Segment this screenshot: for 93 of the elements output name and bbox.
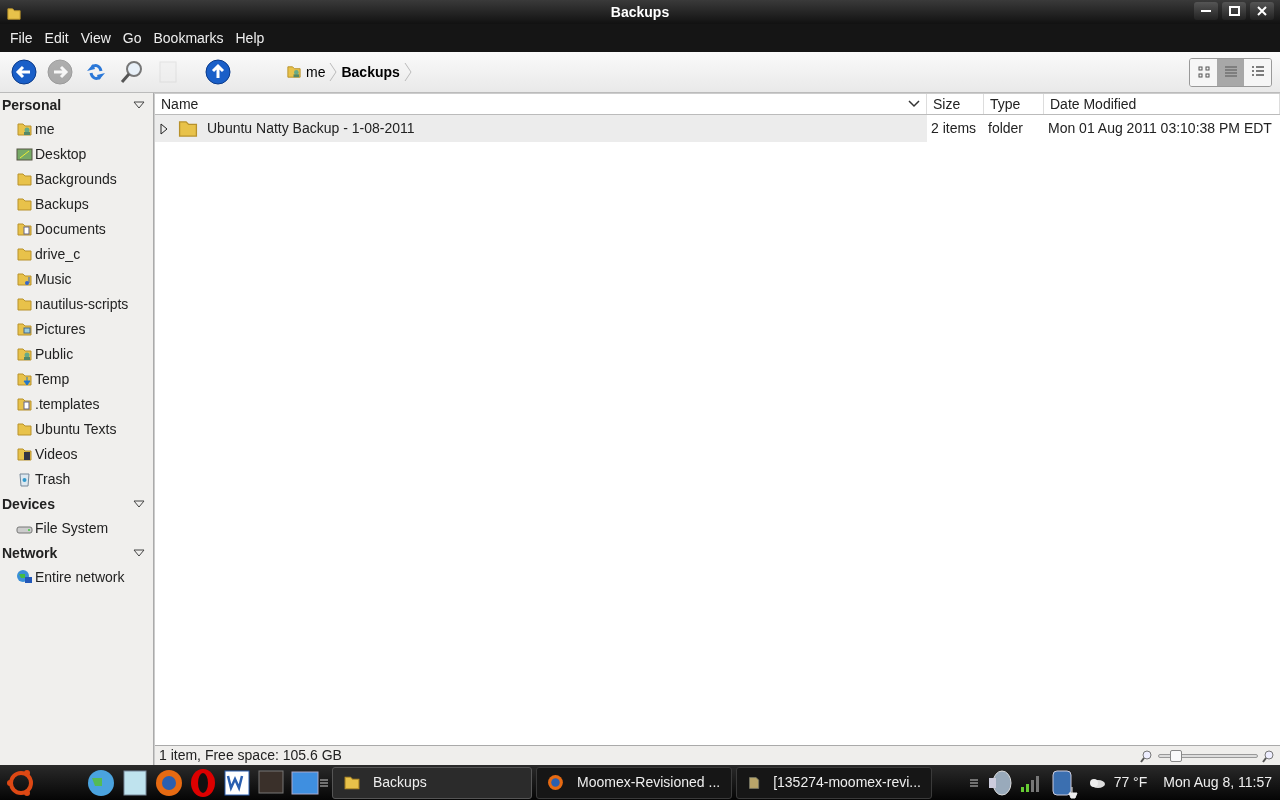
breadcrumb-button[interactable]: me bbox=[282, 59, 330, 85]
sidebar-item[interactable]: Temp bbox=[35, 369, 70, 390]
menu-item[interactable]: Go bbox=[116, 23, 148, 53]
expander-icon[interactable] bbox=[159, 122, 169, 135]
column-header[interactable]: Date Modified bbox=[1050, 93, 1137, 115]
sidebar-item[interactable]: Music bbox=[35, 269, 72, 290]
folder-icon bbox=[6, 6, 22, 23]
taskbar-window-button[interactable]: Moomex-Revisioned ... bbox=[536, 766, 732, 799]
window-minimize-button[interactable] bbox=[1194, 2, 1218, 20]
column-header[interactable]: Type bbox=[990, 93, 1021, 115]
sidebar-item[interactable]: nautilus-scripts bbox=[35, 294, 129, 315]
sidebar-section-title: Network bbox=[2, 543, 58, 563]
zoom-in-icon[interactable] bbox=[1262, 748, 1276, 763]
breadcrumb-separator-icon bbox=[403, 62, 412, 82]
word-icon[interactable] bbox=[222, 767, 252, 798]
sidebar-item[interactable]: Backups bbox=[35, 194, 89, 215]
sidebar-item[interactable]: Videos bbox=[35, 444, 78, 465]
file-name: Ubuntu Natty Backup - 1-08-2011 bbox=[207, 119, 415, 138]
menu-item[interactable]: Edit bbox=[38, 23, 75, 53]
sidebar-section-title: Personal bbox=[2, 95, 62, 115]
desktop-icon bbox=[16, 146, 33, 163]
sidebar-item[interactable]: Entire network bbox=[35, 567, 125, 588]
breadcrumb-button[interactable]: Backups bbox=[337, 59, 404, 85]
network-icon bbox=[16, 569, 33, 586]
sidebar-item[interactable]: drive_c bbox=[35, 244, 81, 265]
sidebar-item[interactable]: .templates bbox=[35, 394, 100, 415]
folder-icon bbox=[16, 196, 33, 213]
window-close-button[interactable] bbox=[1250, 2, 1274, 20]
cloud-icon bbox=[1087, 776, 1106, 789]
documents-folder-icon bbox=[16, 396, 33, 413]
sidebar-item[interactable]: Trash bbox=[35, 469, 71, 490]
folder-icon bbox=[16, 171, 33, 188]
menu-item[interactable]: File bbox=[4, 23, 39, 53]
menu-item[interactable]: Help bbox=[229, 23, 271, 53]
menu-item[interactable]: View bbox=[74, 23, 117, 53]
weather-temperature[interactable]: 77 °F bbox=[1113, 772, 1148, 793]
icon-view-icon bbox=[1195, 64, 1212, 80]
music-folder-icon bbox=[16, 271, 33, 288]
handle-icon[interactable] bbox=[320, 777, 328, 788]
sidebar-section-title: Devices bbox=[2, 494, 55, 514]
handle-icon[interactable] bbox=[969, 777, 978, 788]
list-view-icon bbox=[1222, 64, 1239, 80]
download-folder-icon bbox=[16, 371, 33, 388]
home-folder-icon bbox=[286, 64, 302, 80]
notepad-icon[interactable] bbox=[120, 767, 150, 798]
minimize-icon bbox=[1201, 10, 1211, 12]
expander-icon[interactable] bbox=[133, 100, 145, 110]
date-modified: Mon 01 Aug 2011 03:10:38 PM EDT bbox=[1047, 119, 1273, 138]
window-title: Backups bbox=[610, 2, 670, 22]
taskbar-window-button[interactable]: [135274-moomex-revi... bbox=[736, 766, 932, 799]
zoom-out-icon[interactable] bbox=[1140, 748, 1154, 763]
globe-icon[interactable] bbox=[86, 767, 116, 798]
window-maximize-button[interactable] bbox=[1222, 2, 1246, 20]
folder-icon bbox=[16, 246, 33, 263]
home-folder-icon bbox=[16, 121, 33, 138]
folder-icon bbox=[16, 421, 33, 438]
maximize-icon bbox=[1228, 6, 1240, 16]
column-header[interactable]: Name bbox=[161, 93, 199, 115]
sidebar-item[interactable]: Documents bbox=[35, 219, 106, 240]
trash-icon bbox=[16, 471, 33, 488]
sidebar-item[interactable]: File System bbox=[35, 518, 109, 539]
firefox-icon[interactable] bbox=[154, 767, 184, 798]
menu-item[interactable]: Bookmarks bbox=[147, 23, 230, 53]
opera-icon[interactable] bbox=[188, 767, 218, 798]
folder-icon bbox=[16, 296, 33, 313]
sidebar-item[interactable]: Backgrounds bbox=[35, 169, 117, 190]
search-icon bbox=[119, 59, 145, 85]
file-type: folder bbox=[987, 119, 1025, 138]
home-folder-icon bbox=[16, 346, 33, 363]
videos-folder-icon bbox=[16, 446, 33, 463]
sidebar-item[interactable]: Ubuntu Texts bbox=[35, 419, 117, 440]
close-icon bbox=[1257, 6, 1267, 16]
up-button[interactable] bbox=[202, 56, 234, 88]
expander-icon[interactable] bbox=[133, 548, 145, 558]
table-row[interactable]: Ubuntu Natty Backup - 1-08-2011 bbox=[155, 115, 927, 142]
compact-view-button[interactable] bbox=[1244, 58, 1271, 86]
taskbar-window-button[interactable]: Backups bbox=[332, 766, 532, 799]
documents-folder-icon bbox=[16, 221, 33, 238]
sidebar-item[interactable]: Pictures bbox=[35, 319, 86, 340]
sidebar-item[interactable]: me bbox=[35, 119, 55, 140]
sidebar-item[interactable]: Public bbox=[35, 344, 74, 365]
clock[interactable]: Mon Aug 8, 11:57 bbox=[1163, 772, 1272, 793]
breadcrumb-separator-icon bbox=[329, 62, 338, 82]
sort-caret-icon[interactable] bbox=[908, 100, 920, 108]
firefox-icon bbox=[547, 773, 565, 792]
sidebar-item[interactable]: Desktop bbox=[35, 144, 87, 165]
column-header[interactable]: Size bbox=[933, 93, 961, 115]
file-size: 2 items bbox=[930, 119, 978, 138]
status-text: 1 item, Free space: 105.6 GB bbox=[158, 746, 343, 765]
expander-icon[interactable] bbox=[133, 499, 145, 509]
back-button[interactable] bbox=[8, 56, 40, 88]
pictures-folder-icon bbox=[16, 321, 33, 338]
icon-view-button[interactable] bbox=[1190, 58, 1217, 86]
